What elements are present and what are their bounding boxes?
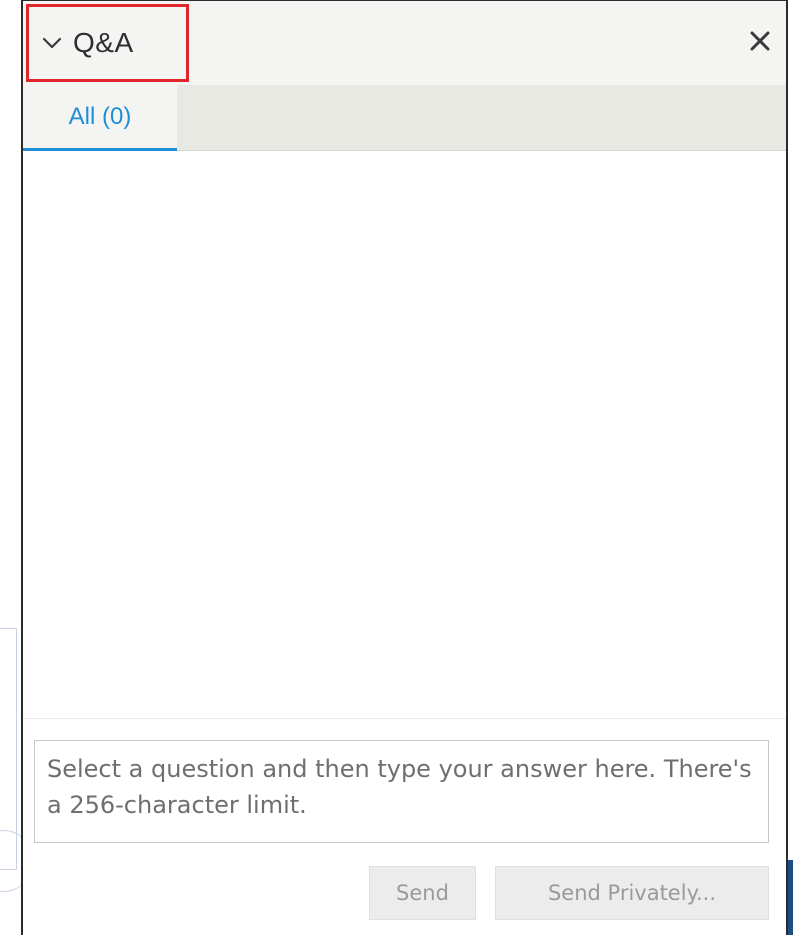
close-icon[interactable]: [749, 30, 771, 56]
chevron-down-icon[interactable]: [41, 32, 63, 54]
panel-header: Q&A: [23, 1, 786, 85]
panel-title: Q&A: [73, 27, 134, 58]
close-button[interactable]: [744, 27, 776, 59]
tab-bar: All (0): [23, 85, 786, 151]
screen: Q&A All (0) Send Send Privately...: [0, 0, 793, 935]
question-list[interactable]: [23, 151, 786, 719]
qa-panel: Q&A All (0) Send Send Privately...: [21, 0, 788, 935]
tab-all[interactable]: All (0): [23, 85, 177, 151]
send-privately-button[interactable]: Send Privately...: [495, 866, 769, 920]
panel-title-toggle[interactable]: Q&A: [26, 4, 189, 82]
answer-input[interactable]: [34, 740, 769, 843]
send-button[interactable]: Send: [369, 866, 476, 920]
